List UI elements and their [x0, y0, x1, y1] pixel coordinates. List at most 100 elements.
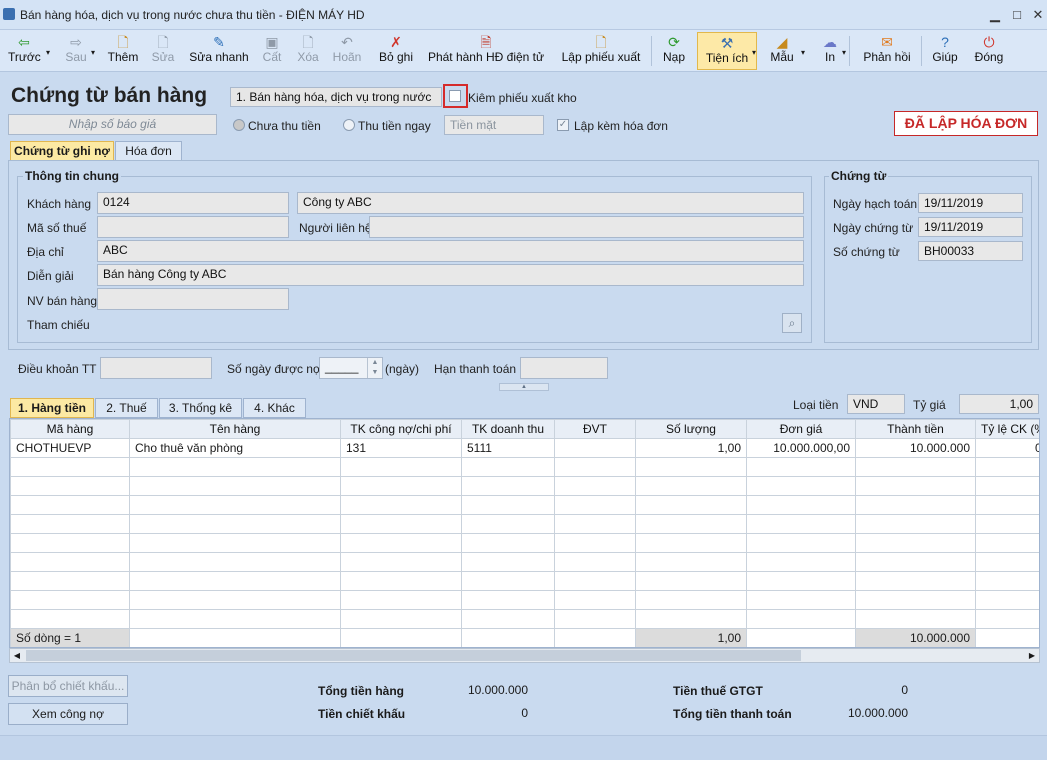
table-cell[interactable] [461, 552, 555, 572]
table-cell[interactable] [10, 571, 130, 591]
table-cell[interactable] [340, 552, 462, 572]
column-header[interactable]: Thành tiền [855, 419, 976, 439]
table-cell[interactable]: 1,00 [635, 438, 747, 458]
table-cell[interactable] [461, 495, 555, 515]
table-cell[interactable] [129, 533, 341, 553]
table-cell[interactable] [855, 571, 976, 591]
toolbar-unpost-button[interactable]: ✗ Bỏ ghi [372, 32, 420, 70]
table-cell[interactable] [746, 590, 856, 610]
table-cell[interactable] [461, 609, 555, 629]
table-cell[interactable] [635, 457, 747, 477]
paid-radio[interactable] [343, 119, 355, 131]
table-cell[interactable] [129, 552, 341, 572]
table-cell[interactable] [554, 571, 636, 591]
toolbar-delete-button[interactable]: 🗋 Xóa [292, 32, 324, 70]
table-cell[interactable] [554, 609, 636, 629]
table-cell[interactable] [855, 514, 976, 534]
table-cell[interactable] [975, 571, 1039, 591]
view-debt-button[interactable]: Xem công nợ [8, 703, 128, 725]
table-cell[interactable] [635, 495, 747, 515]
tab-thue[interactable]: 2. Thuế [95, 398, 158, 418]
rate-input[interactable]: 1,00 [959, 394, 1039, 414]
table-cell[interactable] [554, 552, 636, 572]
close-window-button[interactable]: ✕ [1027, 6, 1047, 24]
table-cell[interactable] [635, 590, 747, 610]
table-cell[interactable] [129, 609, 341, 629]
table-cell[interactable] [340, 476, 462, 496]
column-header[interactable]: Đơn giá [746, 419, 856, 439]
payment-term-input[interactable] [100, 357, 212, 379]
table-cell[interactable] [340, 533, 462, 553]
column-header[interactable]: Mã hàng [10, 419, 130, 439]
quote-number-input[interactable]: Nhập số báo giá [8, 114, 217, 135]
table-cell[interactable] [129, 571, 341, 591]
table-cell[interactable] [746, 533, 856, 553]
table-cell[interactable] [855, 590, 976, 610]
table-cell[interactable] [746, 495, 856, 515]
toolbar-save-button[interactable]: ▣ Cất [255, 32, 289, 70]
description-input[interactable]: Bán hàng Công ty ABC [97, 264, 804, 286]
payment-method-input[interactable]: Tiền mặt [444, 115, 544, 135]
table-cell[interactable] [975, 476, 1039, 496]
column-header[interactable]: TK doanh thu [461, 419, 555, 439]
table-cell[interactable] [340, 495, 462, 515]
address-input[interactable]: ABC [97, 240, 804, 262]
customer-code-input[interactable]: 0124 [97, 192, 289, 214]
allocate-discount-button[interactable]: Phân bổ chiết khấu... [8, 675, 128, 697]
dropdown-arrow-icon[interactable]: ▾ [46, 48, 50, 57]
table-cell[interactable] [129, 495, 341, 515]
horizontal-scrollbar[interactable]: ◀ ▶ [9, 648, 1040, 663]
table-cell[interactable] [461, 457, 555, 477]
table-cell[interactable]: 0, [975, 438, 1039, 458]
table-cell[interactable] [975, 552, 1039, 572]
currency-input[interactable]: VND [847, 394, 905, 414]
table-cell[interactable] [129, 514, 341, 534]
column-header[interactable]: Tỷ lệ CK (%) [975, 419, 1039, 439]
table-cell[interactable] [635, 514, 747, 534]
table-cell[interactable]: 10.000.000 [855, 438, 976, 458]
table-cell[interactable] [635, 571, 747, 591]
table-cell[interactable] [635, 609, 747, 629]
minimize-button[interactable]: ▁ [984, 6, 1006, 24]
table-row[interactable] [10, 609, 1039, 629]
unpaid-radio[interactable] [233, 119, 245, 131]
table-cell[interactable] [855, 609, 976, 629]
toolbar-quick-edit-button[interactable]: ✎ Sửa nhanh [187, 32, 251, 70]
tab-hoa-don[interactable]: Hóa đơn [115, 141, 182, 161]
toolbar-undo-button[interactable]: ↶ Hoãn [328, 32, 366, 70]
table-cell[interactable] [340, 457, 462, 477]
table-cell[interactable] [10, 495, 130, 515]
table-row[interactable] [10, 514, 1039, 534]
voucher-type-select[interactable]: 1. Bán hàng hóa, dịch vụ trong nước [230, 87, 442, 107]
table-cell[interactable] [746, 476, 856, 496]
table-cell[interactable] [746, 552, 856, 572]
table-cell[interactable] [554, 457, 636, 477]
table-cell[interactable]: CHOTHUEVP [10, 438, 130, 458]
toolbar-e-invoice-button[interactable]: 🗎 Phát hành HĐ điện tử [425, 32, 547, 70]
dropdown-arrow-icon[interactable]: ▾ [801, 48, 805, 57]
dropdown-arrow-icon[interactable]: ▾ [842, 48, 846, 57]
toolbar-issue-slip-button[interactable]: 🗋 Lập phiếu xuất [556, 32, 646, 70]
staff-input[interactable] [97, 288, 289, 310]
table-cell[interactable]: Cho thuê văn phòng [129, 438, 341, 458]
table-cell[interactable] [855, 552, 976, 572]
table-cell[interactable] [975, 609, 1039, 629]
table-row[interactable] [10, 590, 1039, 610]
table-cell[interactable] [855, 476, 976, 496]
toolbar-reload-button[interactable]: ⟳ Nạp [656, 32, 692, 70]
toolbar-arrow-left-button[interactable]: ⇦ Trước [8, 32, 41, 70]
table-cell[interactable] [554, 495, 636, 515]
table-cell[interactable] [10, 457, 130, 477]
table-cell[interactable] [340, 590, 462, 610]
scroll-thumb[interactable] [26, 650, 801, 661]
reference-search-icon[interactable]: ⌕ [782, 313, 802, 333]
table-cell[interactable]: 5111 [461, 438, 555, 458]
contact-input[interactable] [369, 216, 804, 238]
table-cell[interactable] [975, 457, 1039, 477]
table-cell[interactable] [975, 495, 1039, 515]
customer-name-input[interactable]: Công ty ABC [297, 192, 804, 214]
toolbar-close-power-button[interactable]: ⏻ Đóng [968, 32, 1010, 70]
table-row[interactable] [10, 552, 1039, 572]
table-cell[interactable] [340, 514, 462, 534]
table-cell[interactable] [129, 476, 341, 496]
